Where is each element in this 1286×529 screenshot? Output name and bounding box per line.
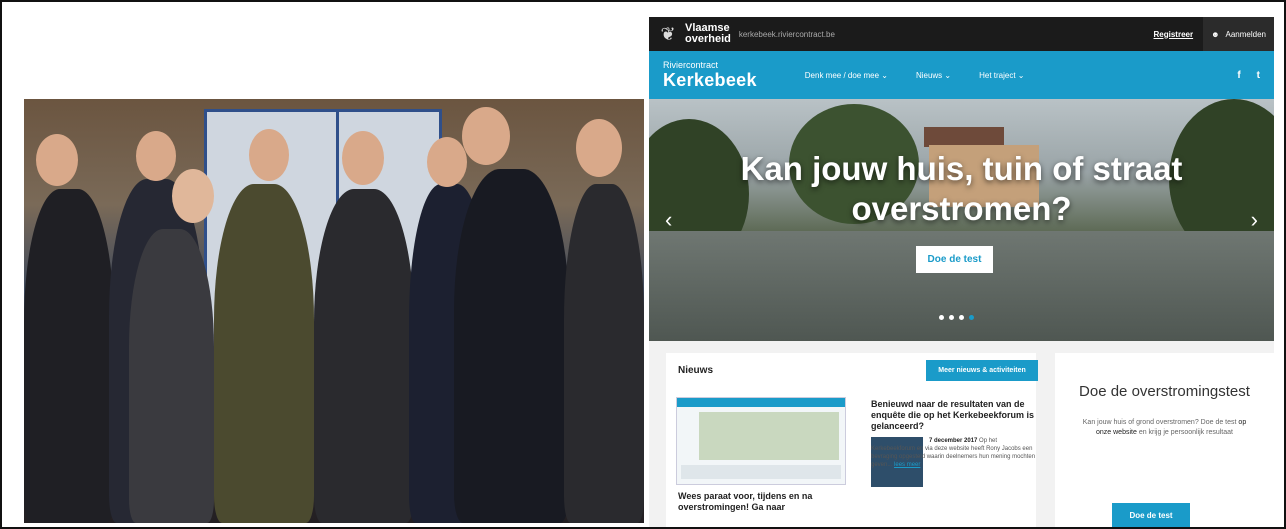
person xyxy=(314,189,414,523)
register-link[interactable]: Registreer xyxy=(1144,30,1204,39)
person xyxy=(564,184,644,523)
person-head xyxy=(342,131,384,185)
person-head xyxy=(36,134,78,186)
brand-name[interactable]: Vlaamse overheid xyxy=(685,23,731,45)
carousel-next-icon[interactable]: › xyxy=(1251,207,1258,233)
article-title[interactable]: Benieuwd naar de resultaten van de enquê… xyxy=(871,399,1039,432)
article-title[interactable]: Wees paraat voor, tijdens en na overstro… xyxy=(678,491,846,513)
person xyxy=(214,184,314,523)
person-head xyxy=(172,169,214,223)
hero-headline: Kan jouw huis, tuin of straat overstrome… xyxy=(740,150,1183,227)
user-icon: ☻ xyxy=(1211,29,1220,39)
page-frame: ❦ Vlaamse overheid kerkebeek.riviercontr… xyxy=(0,0,1286,529)
login-button[interactable]: ☻ Aanmelden xyxy=(1203,17,1274,51)
hero-carousel: Kan jouw huis, tuin of straat overstrome… xyxy=(649,99,1274,341)
group-photo xyxy=(24,99,644,523)
carousel-dots xyxy=(939,315,974,320)
person xyxy=(129,229,214,523)
nav-denk-mee[interactable]: Denk mee / doe mee ⌄ xyxy=(805,71,888,80)
site-logo[interactable]: Riviercontract Kerkebeek xyxy=(663,60,757,91)
main-navbar: Riviercontract Kerkebeek Denk mee / doe … xyxy=(649,51,1274,99)
person-head xyxy=(462,107,510,165)
site-domain[interactable]: kerkebeek.riviercontract.be xyxy=(739,30,835,39)
nav-nieuws[interactable]: Nieuws ⌄ xyxy=(916,71,951,80)
carousel-dot[interactable] xyxy=(939,315,944,320)
person-head xyxy=(427,137,467,187)
hero-test-button[interactable]: Doe de test xyxy=(916,246,993,273)
article-date: 7 december 2017 xyxy=(929,438,978,444)
flood-test-panel: Doe de overstromingstest Kan jouw huis o… xyxy=(1055,353,1274,527)
twitter-icon[interactable]: t xyxy=(1257,70,1260,81)
news-panel: Nieuws Meer nieuws & activiteiten Benieu… xyxy=(666,353,1039,527)
facebook-icon[interactable]: f xyxy=(1237,70,1240,81)
read-more-link[interactable]: lees meer xyxy=(894,462,920,468)
carousel-dot-active[interactable] xyxy=(969,315,974,320)
test-heading: Doe de overstromingstest xyxy=(1079,383,1250,400)
person xyxy=(24,189,114,523)
news-heading: Nieuws xyxy=(678,365,714,376)
content-area: Nieuws Meer nieuws & activiteiten Benieu… xyxy=(649,341,1274,527)
test-button[interactable]: Doe de test xyxy=(1112,503,1190,527)
house-roof xyxy=(924,127,1004,147)
nav-het-traject[interactable]: Het traject ⌄ xyxy=(979,71,1024,80)
lion-logo-icon: ❦ xyxy=(660,24,676,44)
login-label: Aanmelden xyxy=(1225,29,1266,39)
government-topbar: ❦ Vlaamse overheid kerkebeek.riviercontr… xyxy=(649,17,1274,51)
website-screenshot: ❦ Vlaamse overheid kerkebeek.riviercontr… xyxy=(649,17,1274,527)
person xyxy=(454,169,569,523)
test-description: Kan jouw huis of grond overstromen? Doe … xyxy=(1082,419,1247,436)
person-head xyxy=(136,131,176,181)
carousel-prev-icon[interactable]: ‹ xyxy=(665,207,672,233)
article-thumbnail[interactable] xyxy=(676,397,846,485)
carousel-dot[interactable] xyxy=(949,315,954,320)
carousel-dot[interactable] xyxy=(959,315,964,320)
more-news-button[interactable]: Meer nieuws & activiteiten xyxy=(926,360,1038,381)
person-head xyxy=(249,129,289,181)
article-excerpt: 7 december 2017 Op het Kerkebeekforum en… xyxy=(871,438,1036,468)
person-head xyxy=(576,119,622,177)
